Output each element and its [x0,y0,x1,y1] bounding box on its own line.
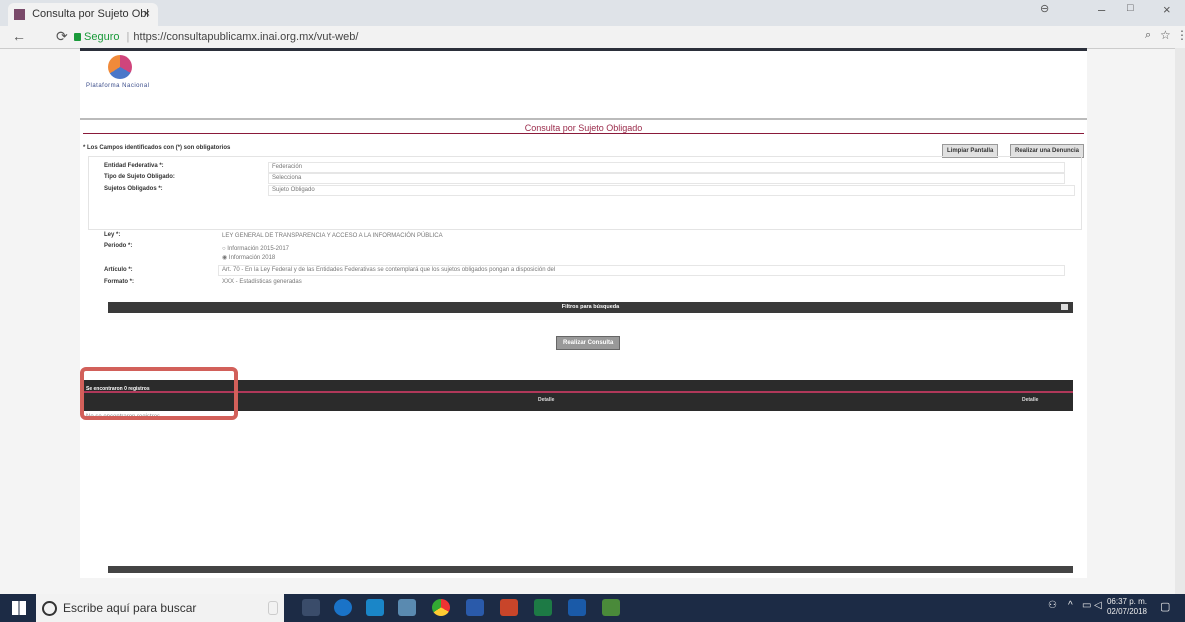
periodo-label: Periodo *: [104,243,133,249]
scrollbar[interactable] [1175,48,1185,594]
entidad-select[interactable] [268,162,1065,173]
browser-tab-bar [0,0,1185,26]
sujetos-value: Sujeto Obligado [272,187,315,193]
task-view-icon[interactable] [302,599,320,616]
skype-icon[interactable] [366,599,384,616]
edge-icon[interactable] [334,599,352,616]
bookmark-star-icon[interactable]: ☆ [1160,28,1171,42]
search-placeholder: Escribe aquí para buscar [63,601,197,615]
filter-bar[interactable]: Filtros para búsqueda [108,302,1073,313]
detalle-column-header: Detalle [538,397,555,403]
required-note: * Los Campos identificados con (*) son o… [83,145,231,151]
notifications-icon[interactable]: ▢ [1160,600,1170,613]
chrome-icon[interactable] [432,599,450,616]
tipo-select[interactable] [268,173,1065,184]
url-text: https://consultapublicamx.inai.org.mx/vu… [133,31,359,43]
reload-icon[interactable]: ⟳ [56,28,68,45]
powerpoint-icon[interactable] [500,599,518,616]
ley-label: Ley *: [104,232,121,238]
articulo-label: Artículo *: [104,267,133,273]
people-icon[interactable]: ⚇ [1048,600,1057,611]
word-icon[interactable] [466,599,484,616]
network-icon[interactable]: ▭ [1082,600,1091,611]
outlook-icon[interactable] [568,599,586,616]
periodo-option-1-label: Información 2015-2017 [227,246,290,252]
tray-chevron-icon[interactable]: ^ [1068,600,1073,611]
periodo-option-2-label: Información 2018 [228,255,276,261]
close-window-button[interactable]: × [1163,2,1171,17]
tipo-value: Selecciona [272,175,302,181]
profile-icon[interactable]: ⊖ [1040,2,1049,15]
windows-start-icon[interactable] [12,601,26,615]
excel-icon[interactable] [534,599,552,616]
tab-close-icon[interactable]: × [144,3,150,26]
clock-date: 02/07/2018 [1106,607,1148,616]
clock-time: 06:37 p. m. [1106,597,1148,606]
formato-label: Formato *: [104,279,134,285]
entidad-value: Federación [272,164,303,170]
detalle-column-header-2: Detalle [1022,397,1039,403]
secure-label: Seguro [84,31,120,43]
logo-text: Plataforma Nacional [86,83,150,89]
entidad-label: Entidad Federativa *: [104,163,164,169]
top-divider [80,48,1087,51]
tab-title: Consulta por Sujeto Obl [32,8,149,20]
zoom-icon[interactable]: ⌕ [1145,29,1151,42]
periodo-option-2[interactable]: ◉ Información 2018 [222,254,275,261]
maximize-button[interactable]: □ [1127,2,1134,14]
ley-value: LEY GENERAL DE TRANSPARENCIA Y ACCESO A … [222,233,443,239]
app-icon[interactable] [602,599,620,616]
filter-expand-icon[interactable] [1061,304,1068,310]
tipo-label: Tipo de Sujeto Obligado: [104,174,175,180]
menu-icon[interactable]: ⋮ [1176,28,1185,42]
articulo-value: Art. 70 - En la Ley Federal y de las Ent… [222,267,556,273]
back-icon[interactable]: ← [12,28,26,44]
lock-icon [74,33,81,42]
plataforma-logo-icon [108,55,132,79]
realizar-consulta-button[interactable]: Realizar Consulta [556,336,621,350]
favicon-icon [14,8,25,20]
taskbar-search[interactable]: Escribe aquí para buscar [36,594,284,622]
sujetos-select[interactable] [268,185,1075,196]
formato-value: XXX - Estadísticas generadas [222,279,302,285]
clock[interactable]: 06:37 p. m. 02/07/2018 [1104,597,1150,617]
page-footer-bar [108,566,1073,573]
title-underline [83,133,1084,134]
file-explorer-icon[interactable] [398,599,416,616]
sujetos-label: Sujetos Obligados *: [104,186,163,192]
url-field[interactable]: Seguro | https://consultapublicamx.inai.o… [74,26,358,48]
minimize-button[interactable]: – [1098,2,1105,17]
microphone-icon[interactable] [268,601,278,615]
highlight-annotation [80,367,238,420]
cortana-icon [42,601,57,617]
periodo-option-1[interactable]: ○ Información 2015-2017 [222,246,289,252]
browser-tab[interactable]: Consulta por Sujeto Obl × [8,3,158,26]
volume-icon[interactable]: ◁ [1094,600,1102,611]
